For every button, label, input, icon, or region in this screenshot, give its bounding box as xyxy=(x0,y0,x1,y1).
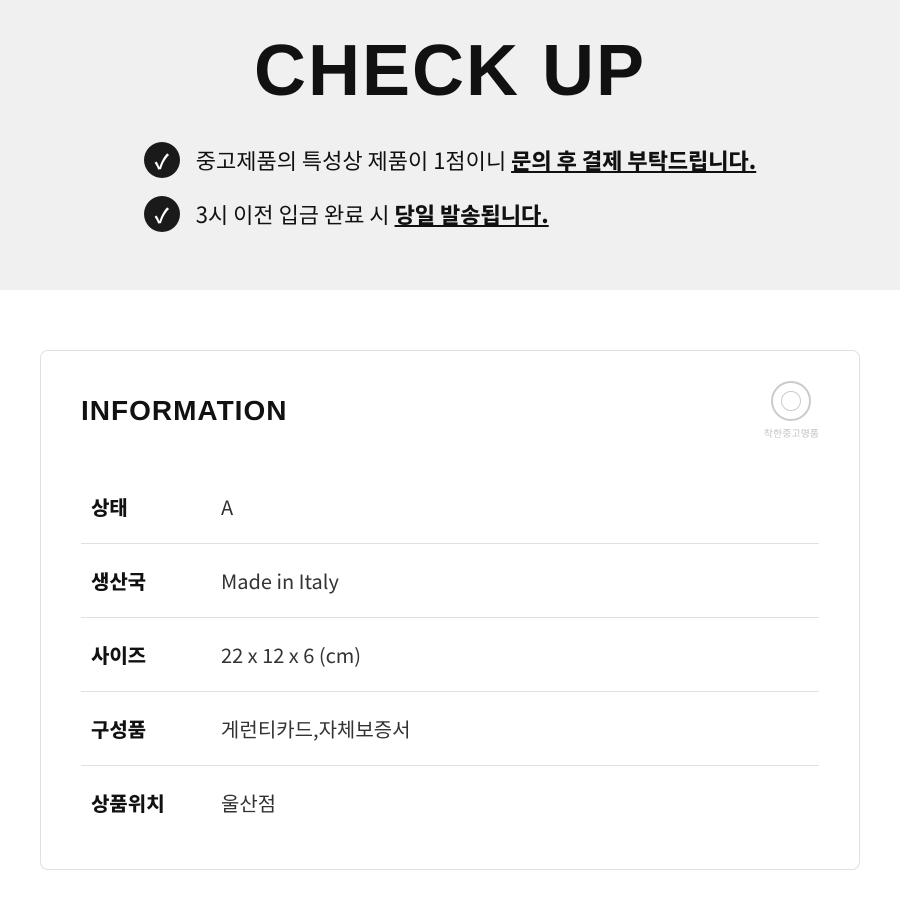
check-icon-2 xyxy=(144,196,180,232)
check-text-1-bold: 문의 후 결제 부탁드립니다. xyxy=(511,144,756,176)
info-value-0: A xyxy=(211,470,819,544)
info-value-1: Made in Italy xyxy=(211,544,819,618)
info-value-2: 22 x 12 x 6 (cm) xyxy=(211,618,819,692)
table-row: 생산국Made in Italy xyxy=(81,544,819,618)
check-text-2: 3시 이전 입금 완료 시 당일 발송됩니다. xyxy=(196,199,549,230)
check-text-2-before: 3시 이전 입금 완료 시 xyxy=(196,198,395,230)
info-card: INFORMATION 착한중고명품 상태A생산국Made in Italy사이… xyxy=(40,350,860,870)
info-title: INFORMATION xyxy=(81,395,287,427)
check-item-1: 중고제품의 특성상 제품이 1점이니 문의 후 결제 부탁드립니다. xyxy=(144,142,756,178)
table-row: 사이즈22 x 12 x 6 (cm) xyxy=(81,618,819,692)
check-item-2: 3시 이전 입금 완료 시 당일 발송됩니다. xyxy=(144,196,756,232)
check-text-2-bold: 당일 발송됩니다. xyxy=(395,198,549,230)
brand-name-text: 착한중고명품 xyxy=(764,425,819,440)
header-section: CHECK UP 중고제품의 특성상 제품이 1점이니 문의 후 결제 부탁드립… xyxy=(0,0,900,290)
table-row: 구성품게런티카드,자체보증서 xyxy=(81,692,819,766)
table-row: 상품위치울산점 xyxy=(81,766,819,840)
info-value-3: 게런티카드,자체보증서 xyxy=(211,692,819,766)
brand-watermark: 착한중고명품 xyxy=(764,381,819,440)
info-label-3: 구성품 xyxy=(81,692,211,766)
brand-logo-inner xyxy=(781,391,801,411)
info-value-4: 울산점 xyxy=(211,766,819,840)
info-header: INFORMATION 착한중고명품 xyxy=(81,381,819,440)
check-icon-1 xyxy=(144,142,180,178)
check-text-1-before: 중고제품의 특성상 제품이 1점이니 xyxy=(196,144,511,176)
brand-logo-circle xyxy=(771,381,811,421)
info-label-2: 사이즈 xyxy=(81,618,211,692)
info-table: 상태A생산국Made in Italy사이즈22 x 12 x 6 (cm)구성… xyxy=(81,470,819,839)
info-label-1: 생산국 xyxy=(81,544,211,618)
table-row: 상태A xyxy=(81,470,819,544)
check-items-list: 중고제품의 특성상 제품이 1점이니 문의 후 결제 부탁드립니다. 3시 이전… xyxy=(144,142,756,250)
info-label-4: 상품위치 xyxy=(81,766,211,840)
spacer xyxy=(0,290,900,350)
info-label-0: 상태 xyxy=(81,470,211,544)
main-title: CHECK UP xyxy=(60,30,840,112)
check-text-1: 중고제품의 특성상 제품이 1점이니 문의 후 결제 부탁드립니다. xyxy=(196,145,756,176)
